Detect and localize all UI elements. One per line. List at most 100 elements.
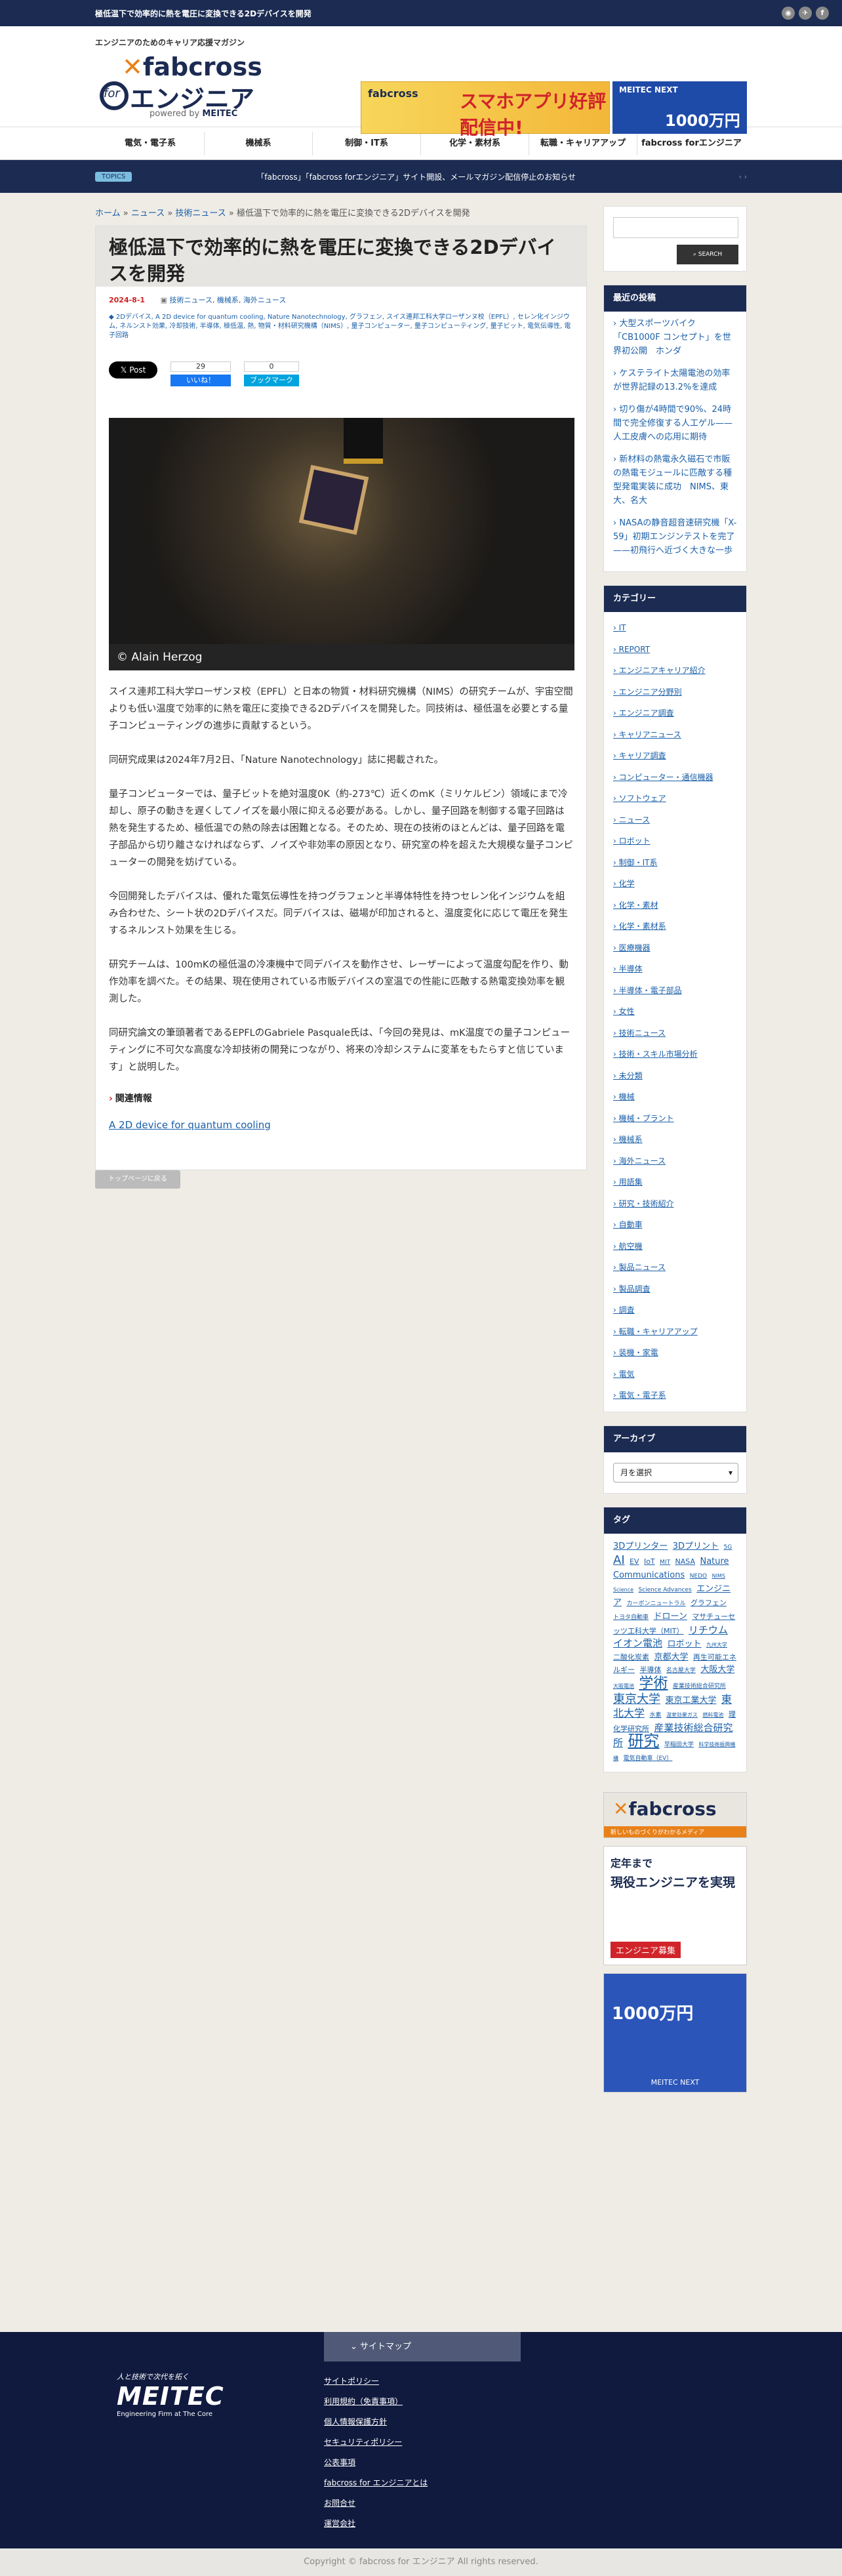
recruit-ad[interactable]: 定年まで 現役エンジニアを実現 エンジニア募集 xyxy=(603,1845,747,1965)
back-to-top-button[interactable]: トップページに戻る xyxy=(95,1170,180,1189)
category-item[interactable]: コンピューター・通信機器 xyxy=(613,767,737,788)
category-item[interactable]: 機械系 xyxy=(613,1129,737,1151)
category-item[interactable]: ロボット xyxy=(613,830,737,852)
tag-link[interactable]: AI xyxy=(613,1553,625,1567)
tag-link[interactable]: EV xyxy=(630,1557,639,1566)
archive-select[interactable]: 月を選択 ▾ xyxy=(613,1462,738,1482)
category-item[interactable]: IT xyxy=(613,617,737,639)
related-link[interactable]: A 2D device for quantum cooling xyxy=(109,1116,573,1134)
breadcrumb-home[interactable]: ホーム xyxy=(95,209,121,218)
tag-link[interactable]: 産業技術総合研究所 xyxy=(673,1683,726,1690)
tag-link[interactable]: Science xyxy=(613,1587,633,1593)
nav-electric[interactable]: 電気・電子系 xyxy=(96,132,205,155)
tag-link[interactable]: NASA xyxy=(675,1557,695,1566)
recent-post-item[interactable]: ケステライト太陽電池の効率が世界記録の13.2%を達成 xyxy=(613,367,737,394)
category-item[interactable]: 制御・IT系 xyxy=(613,852,737,874)
tag-link[interactable]: 大阪電池 xyxy=(613,1683,634,1689)
category-item[interactable]: 転職・キャリアアップ xyxy=(613,1321,737,1343)
tag-link[interactable]: ロボット xyxy=(667,1639,701,1649)
category-item[interactable]: 半導体 xyxy=(613,958,737,980)
search-input[interactable] xyxy=(613,217,738,238)
footer-link[interactable]: サイトポリシー xyxy=(324,2375,521,2395)
category-item[interactable]: 機械・プラント xyxy=(613,1108,737,1130)
meitec-next-banner[interactable]: MEITEC NEXT 1000万円 xyxy=(612,81,747,134)
site-logo[interactable]: ✕fabcross for エンジニア powered by MEITEC xyxy=(97,52,262,119)
category-item[interactable]: 半導体・電子部品 xyxy=(613,980,737,1002)
meitec-next-ad[interactable]: 1000万円 MEITEC NEXT xyxy=(603,1973,747,2093)
recent-post-item[interactable]: 新材料の熱電永久磁石で市販の熱電モジュールに匹敵する種型発電実装に成功 NIMS… xyxy=(613,453,737,508)
tag-link[interactable]: 5G xyxy=(724,1544,732,1551)
category-item[interactable]: 用語集 xyxy=(613,1172,737,1193)
footer-link[interactable]: 公表事項 xyxy=(324,2456,521,2476)
breadcrumb-tech[interactable]: 技術ニュース xyxy=(175,209,226,218)
breadcrumb-news[interactable]: ニュース xyxy=(131,209,165,218)
article-categories[interactable]: 技術ニュース, 機械系, 海外ニュース xyxy=(169,296,286,304)
tag-link[interactable]: MIT xyxy=(660,1559,670,1566)
tag-link[interactable]: IoT xyxy=(644,1557,655,1566)
topics-arrows-icon[interactable]: ‹ › xyxy=(739,173,747,181)
tag-link[interactable]: 京都大学 xyxy=(654,1652,688,1662)
tag-link[interactable]: NEDO xyxy=(690,1573,707,1580)
tag-link[interactable]: 東京工業大学 xyxy=(665,1696,716,1706)
tag-link[interactable]: 3Dプリント xyxy=(673,1542,719,1551)
category-item[interactable]: 医療機器 xyxy=(613,937,737,959)
nav-fabcross[interactable]: fabcross forエンジニア xyxy=(637,132,746,155)
category-item[interactable]: 海外ニュース xyxy=(613,1151,737,1172)
app-banner[interactable]: fabcross スマホアプリ好評配信中! xyxy=(361,81,610,138)
tag-link[interactable]: 研究 xyxy=(628,1732,659,1750)
category-item[interactable]: ニュース xyxy=(613,809,737,831)
tag-link[interactable]: 温室効果ガス xyxy=(666,1712,698,1718)
category-item[interactable]: 自動車 xyxy=(613,1214,737,1236)
hatena-bookmark-button[interactable]: 0 ブックマーク xyxy=(244,361,299,388)
facebook-like-button[interactable]: 29 いいね！ xyxy=(170,361,231,386)
category-item[interactable]: 航空機 xyxy=(613,1236,737,1257)
footer-link[interactable]: 運営会社 xyxy=(324,2517,521,2537)
category-item[interactable]: REPORT xyxy=(613,639,737,661)
footer-link[interactable]: お問合せ xyxy=(324,2497,521,2517)
category-item[interactable]: 電気・電子系 xyxy=(613,1385,737,1406)
category-item[interactable]: 研究・技術紹介 xyxy=(613,1193,737,1215)
article-tag-list[interactable]: 2Dデバイス, A 2D device for quantum cooling,… xyxy=(109,314,571,339)
tag-link[interactable]: 半導体 xyxy=(639,1666,661,1674)
category-item[interactable]: キャリアニュース xyxy=(613,724,737,746)
category-item[interactable]: 化学・素材 xyxy=(613,895,737,916)
category-item[interactable]: 製品ニュース xyxy=(613,1257,737,1278)
category-item[interactable]: 技術ニュース xyxy=(613,1023,737,1044)
footer-link[interactable]: セキュリティポリシー xyxy=(324,2436,521,2456)
tag-link[interactable]: ドローン xyxy=(653,1612,687,1622)
tag-link[interactable]: トヨタ自動車 xyxy=(613,1614,649,1621)
footer-link[interactable]: 利用規約（免責事項） xyxy=(324,2395,521,2415)
tag-link[interactable]: 早稲田大学 xyxy=(664,1742,694,1748)
tag-link[interactable]: 電気自動車（EV） xyxy=(623,1755,672,1762)
topics-text[interactable]: 「fabcross」「fabcross forエンジニア」サイト開設、メールマガ… xyxy=(256,171,576,182)
category-item[interactable]: 製品調査 xyxy=(613,1278,737,1300)
category-item[interactable]: 技術・スキル市場分析 xyxy=(613,1044,737,1065)
nav-mechanical[interactable]: 機械系 xyxy=(205,132,313,155)
category-item[interactable]: 化学 xyxy=(613,873,737,895)
tag-link[interactable]: 水素 xyxy=(649,1712,661,1719)
recent-post-item[interactable]: 大型スポーツバイク「CB1000F コンセプト」を世界初公開 ホンダ xyxy=(613,317,737,358)
category-item[interactable]: 調査 xyxy=(613,1299,737,1321)
tag-link[interactable]: 九州大学 xyxy=(706,1642,727,1648)
tag-link[interactable]: カーボンニュートラル xyxy=(626,1601,685,1607)
category-item[interactable]: エンジニア分野別 xyxy=(613,682,737,703)
category-item[interactable]: エンジニア調査 xyxy=(613,703,737,724)
search-button[interactable]: ⌕ SEARCH xyxy=(677,245,738,264)
recent-post-item[interactable]: NASAの静音超音速研究機「X-59」初期エンジンテストを完了——初飛行へ近づく… xyxy=(613,516,737,558)
category-item[interactable]: 電気 xyxy=(613,1364,737,1385)
category-item[interactable]: エンジニアキャリア紹介 xyxy=(613,660,737,682)
fabcross-ad[interactable]: ✕fabcross 新しいものづくりがわかるメディア xyxy=(603,1791,747,1838)
tag-link[interactable]: 大阪大学 xyxy=(700,1665,734,1675)
nav-control-it[interactable]: 制御・IT系 xyxy=(313,132,421,155)
recent-post-item[interactable]: 切り傷が4時間で90%、24時間で完全修復する人工ゲル——人工皮膚への応用に期待 xyxy=(613,403,737,444)
tag-link[interactable]: 東京大学 xyxy=(613,1692,660,1706)
tag-link[interactable]: 3Dプリンター xyxy=(613,1542,668,1551)
category-item[interactable]: 女性 xyxy=(613,1001,737,1023)
facebook-icon[interactable]: f xyxy=(816,7,829,20)
footer-logo[interactable]: 人と技術で次代を拓く MEITEC Engineering Firm at Th… xyxy=(117,2371,224,2418)
category-item[interactable]: キャリア調査 xyxy=(613,745,737,767)
category-item[interactable]: 機械 xyxy=(613,1086,737,1108)
category-item[interactable]: ソフトウェア xyxy=(613,788,737,809)
footer-link[interactable]: fabcross for エンジニアとは xyxy=(324,2476,521,2497)
rss-icon[interactable]: ◉ xyxy=(782,7,795,20)
